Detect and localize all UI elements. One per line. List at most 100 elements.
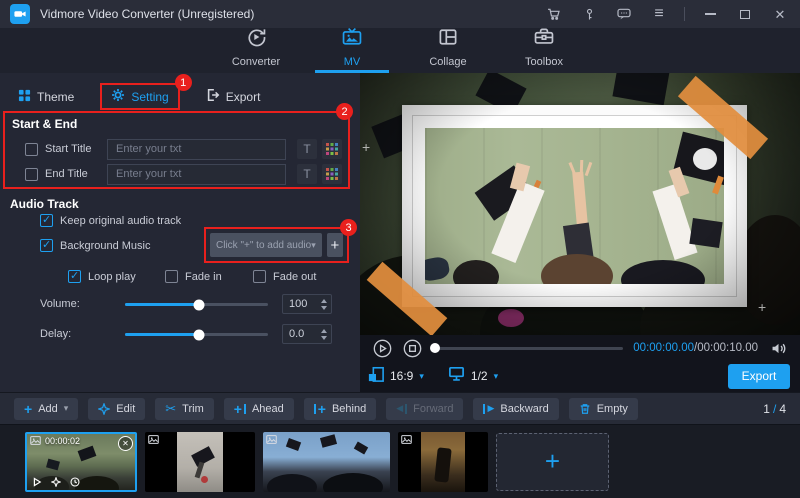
minimize-button[interactable] xyxy=(700,4,720,24)
export-panel-icon xyxy=(206,88,220,105)
tab-toolbox[interactable]: Toolbox xyxy=(509,28,579,73)
keep-original-label: Keep original audio track xyxy=(60,215,181,227)
frame-handle-right: + xyxy=(758,299,766,315)
clip-thumbnail[interactable] xyxy=(398,432,488,492)
main-nav: Converter MV Collage Toolbox xyxy=(0,28,800,73)
tab-collage[interactable]: Collage xyxy=(413,28,483,73)
add-clip-button[interactable]: + Add ▾ xyxy=(14,398,78,420)
volume-slider-thumb[interactable] xyxy=(194,299,205,310)
end-title-font-button[interactable]: T xyxy=(297,164,317,184)
clip-duration: 00:00:02 xyxy=(45,436,80,446)
loop-play-checkbox[interactable] xyxy=(68,270,81,283)
delay-slider-thumb[interactable] xyxy=(194,329,205,340)
converter-icon xyxy=(245,26,267,53)
clip-clock-icon[interactable] xyxy=(70,477,80,487)
settings-panel: Theme Setting 1 Export 2 Start & End xyxy=(0,73,360,392)
toolbox-icon xyxy=(533,26,555,53)
start-title-input[interactable] xyxy=(107,139,286,160)
tab-setting-label: Setting xyxy=(131,90,168,104)
seek-bar[interactable] xyxy=(432,347,623,350)
insert-ahead-button[interactable]: + Ahead xyxy=(224,398,294,420)
audio-file-dropdown[interactable]: Click "+" to add audio ▾ xyxy=(210,233,322,257)
tab-converter[interactable]: Converter xyxy=(221,28,291,73)
aspect-ratio-selector[interactable]: 16:9 ▾ xyxy=(368,366,424,387)
tab-mv[interactable]: MV xyxy=(317,28,387,73)
trim-clip-button[interactable]: ✂ Trim xyxy=(155,398,214,420)
empty-list-button[interactable]: Empty xyxy=(569,398,638,420)
clip-toolbar: + Add ▾ Edit ✂ Trim + Ahead + Behind ◀ F… xyxy=(0,392,800,424)
volume-label: Volume: xyxy=(40,298,80,310)
tab-collage-label: Collage xyxy=(429,56,466,68)
end-title-checkbox[interactable] xyxy=(25,168,38,181)
stop-button[interactable] xyxy=(402,338,422,358)
total-time: /00:00:10.00 xyxy=(694,342,758,354)
background-music-row: Background Music xyxy=(40,239,151,252)
start-title-font-button[interactable]: T xyxy=(297,139,317,159)
volume-slider[interactable] xyxy=(125,303,268,306)
start-title-checkbox[interactable] xyxy=(25,143,38,156)
collage-icon xyxy=(437,26,459,53)
register-key-icon[interactable] xyxy=(579,4,599,24)
clip-counter-current: 1 xyxy=(763,402,770,416)
play-button[interactable] xyxy=(372,338,392,358)
move-forward-button[interactable]: ◀ Forward xyxy=(386,398,463,420)
start-title-label: Start Title xyxy=(45,143,107,155)
insert-behind-button[interactable]: + Behind xyxy=(304,398,376,420)
volume-stepper[interactable] xyxy=(317,299,331,310)
fade-in-checkbox[interactable] xyxy=(165,270,178,283)
cart-icon[interactable] xyxy=(544,4,564,24)
end-title-input[interactable] xyxy=(107,164,286,185)
edit-clip-button[interactable]: Edit xyxy=(88,398,145,420)
loop-play-row: Loop play xyxy=(68,270,136,283)
maximize-button[interactable] xyxy=(735,4,755,24)
clip-play-icon[interactable] xyxy=(32,477,42,487)
tab-export[interactable]: Export xyxy=(206,88,261,105)
clip-thumbnail-selected[interactable]: 00:00:02 ✕ xyxy=(25,432,137,492)
remove-clip-button[interactable]: ✕ xyxy=(118,436,133,451)
move-forward-icon: ◀ xyxy=(396,404,407,414)
background-music-checkbox[interactable] xyxy=(40,239,53,252)
tab-setting[interactable]: Setting 1 xyxy=(100,83,179,110)
keep-original-checkbox[interactable] xyxy=(40,214,53,227)
monitor-icon xyxy=(448,365,465,387)
clip-edit-icon[interactable] xyxy=(51,477,61,487)
close-button[interactable]: ✕ xyxy=(770,4,790,24)
fade-out-checkbox[interactable] xyxy=(253,270,266,283)
clip-actions xyxy=(32,477,80,487)
volume-icon[interactable] xyxy=(768,338,788,358)
step-badge-1: 1 xyxy=(175,74,192,91)
screen-page-value: 1/2 xyxy=(471,369,488,383)
move-backward-button[interactable]: ▶ Backward xyxy=(473,398,558,420)
start-title-color-button[interactable] xyxy=(322,139,342,159)
delay-stepper[interactable] xyxy=(317,329,331,340)
export-button[interactable]: Export xyxy=(728,364,790,389)
video-preview: + + 00:00:00.00/00:00:10.00 xyxy=(360,73,800,392)
tab-toolbox-label: Toolbox xyxy=(525,56,563,68)
image-placeholder-icon xyxy=(401,435,412,444)
end-title-color-button[interactable] xyxy=(322,164,342,184)
volume-value: 100 xyxy=(283,298,317,310)
panel-tabs: Theme Setting 1 Export xyxy=(18,83,260,110)
menu-icon[interactable]: ≡ xyxy=(649,4,669,24)
plus-icon: + xyxy=(545,446,560,477)
clip-thumbnail[interactable] xyxy=(263,432,390,492)
start-title-row: Start Title T xyxy=(25,138,342,160)
end-title-label: End Title xyxy=(45,168,107,180)
clip-thumbnail[interactable] xyxy=(145,432,255,492)
aspect-ratio-icon xyxy=(368,366,384,387)
feedback-icon[interactable] xyxy=(614,4,634,24)
add-clip-dropzone[interactable]: + xyxy=(496,433,609,491)
fade-out-row: Fade out xyxy=(253,270,316,283)
scissors-icon: ✂ xyxy=(165,402,176,415)
app-window: Vidmore Video Converter (Unregistered) ≡… xyxy=(0,0,800,498)
delay-slider[interactable] xyxy=(125,333,268,336)
image-placeholder-icon xyxy=(30,436,41,445)
screen-page-selector[interactable]: 1/2 ▾ xyxy=(448,365,498,387)
add-audio-button[interactable]: + xyxy=(327,233,343,257)
seek-thumb[interactable] xyxy=(430,343,440,353)
window-title: Vidmore Video Converter (Unregistered) xyxy=(40,7,254,21)
theme-icon xyxy=(18,89,31,105)
tab-theme[interactable]: Theme xyxy=(18,89,74,105)
insert-ahead-icon: + xyxy=(234,402,246,416)
delay-value-box: 0.0 xyxy=(282,324,332,344)
